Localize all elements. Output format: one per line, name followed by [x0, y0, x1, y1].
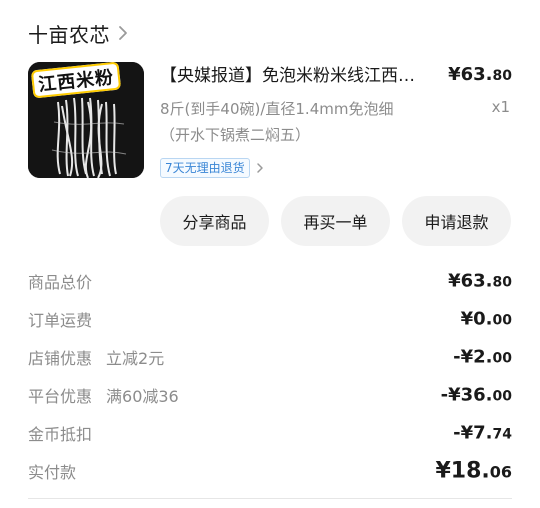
- amount-main: -¥2.: [453, 346, 493, 368]
- action-buttons: 分享商品 再买一单 申请退款: [160, 196, 511, 246]
- summary-sub-label: 满60减36: [106, 387, 179, 406]
- product-item[interactable]: 江西米粉 【央媒报道】免泡米粉米线江西… ¥63.80 8斤(到手40碗)/直径…: [28, 62, 512, 182]
- amount-cents: 00: [492, 388, 512, 405]
- amount-main: ¥0.: [460, 308, 493, 330]
- summary-label: 店铺优惠: [28, 349, 93, 368]
- amount-main: ¥63.: [448, 270, 493, 292]
- product-price: ¥63.80: [448, 64, 512, 85]
- product-thumbnail[interactable]: 江西米粉: [28, 62, 144, 178]
- product-price-cents: 80: [492, 68, 512, 84]
- amount-cents: 80: [492, 274, 512, 291]
- share-product-button[interactable]: 分享商品: [160, 196, 269, 246]
- return-policy-tag[interactable]: 7天无理由退货: [160, 158, 264, 178]
- rebuy-button[interactable]: 再买一单: [281, 196, 390, 246]
- divider: [28, 498, 512, 499]
- summary-row-shipping: 订单运费 ¥0.00: [28, 300, 512, 338]
- product-title[interactable]: 【央媒报道】免泡米粉米线江西…: [160, 64, 440, 88]
- summary-amount: ¥0.00: [461, 309, 512, 330]
- summary-amount: -¥7.74: [453, 423, 512, 444]
- product-price-main: ¥63.: [448, 64, 493, 85]
- summary-label: 平台优惠: [28, 387, 93, 406]
- summary-row-store-discount[interactable]: 店铺优惠 立减2元 -¥2.00: [28, 338, 512, 376]
- return-policy-badge[interactable]: 7天无理由退货: [160, 158, 250, 178]
- product-spec: 8斤(到手40碗)/直径1.4mm免泡细（开水下锅煮二焖五）: [160, 100, 394, 144]
- summary-row-platform-discount[interactable]: 平台优惠 满60减36 -¥36.00: [28, 376, 512, 414]
- amount-main: -¥36.: [440, 384, 493, 406]
- summary-row-subtotal: 商品总价 ¥63.80: [28, 262, 512, 300]
- summary-sub-label: 立减2元: [106, 349, 165, 368]
- chevron-right-icon[interactable]: [256, 162, 264, 174]
- product-quantity: x1: [491, 98, 510, 116]
- total-label: 实付款: [28, 463, 77, 482]
- request-refund-button[interactable]: 申请退款: [402, 196, 511, 246]
- amount-main: -¥7.: [453, 422, 493, 444]
- store-header[interactable]: 十亩农芯: [28, 18, 132, 48]
- summary-amount: -¥2.00: [453, 347, 512, 368]
- chevron-right-icon[interactable]: [118, 24, 132, 42]
- amount-cents: 74: [492, 426, 512, 443]
- store-name[interactable]: 十亩农芯: [28, 19, 110, 48]
- amount-cents: 00: [492, 350, 512, 367]
- summary-label: 金币抵扣: [28, 425, 93, 444]
- order-detail-page: 十亩农芯 江西米粉 【央媒报道】免泡米粉米线江西… ¥63.80 8斤(到手40…: [0, 0, 540, 508]
- amount-cents: 00: [492, 312, 512, 329]
- total-amount: ¥18.06: [435, 459, 512, 484]
- amount-cents: 06: [489, 462, 512, 482]
- amount-main: ¥18.: [435, 458, 490, 484]
- summary-amount: -¥36.00: [441, 385, 512, 406]
- price-summary: 商品总价 ¥63.80 订单运费 ¥0.00 店铺优惠 立减2元 -¥2.00 …: [28, 262, 512, 490]
- summary-label: 订单运费: [28, 311, 93, 330]
- summary-row-coin-deduction: 金币抵扣 -¥7.74: [28, 414, 512, 452]
- summary-row-total: 实付款 ¥18.06: [28, 452, 512, 490]
- summary-label: 商品总价: [28, 273, 93, 292]
- summary-amount: ¥63.80: [448, 271, 512, 292]
